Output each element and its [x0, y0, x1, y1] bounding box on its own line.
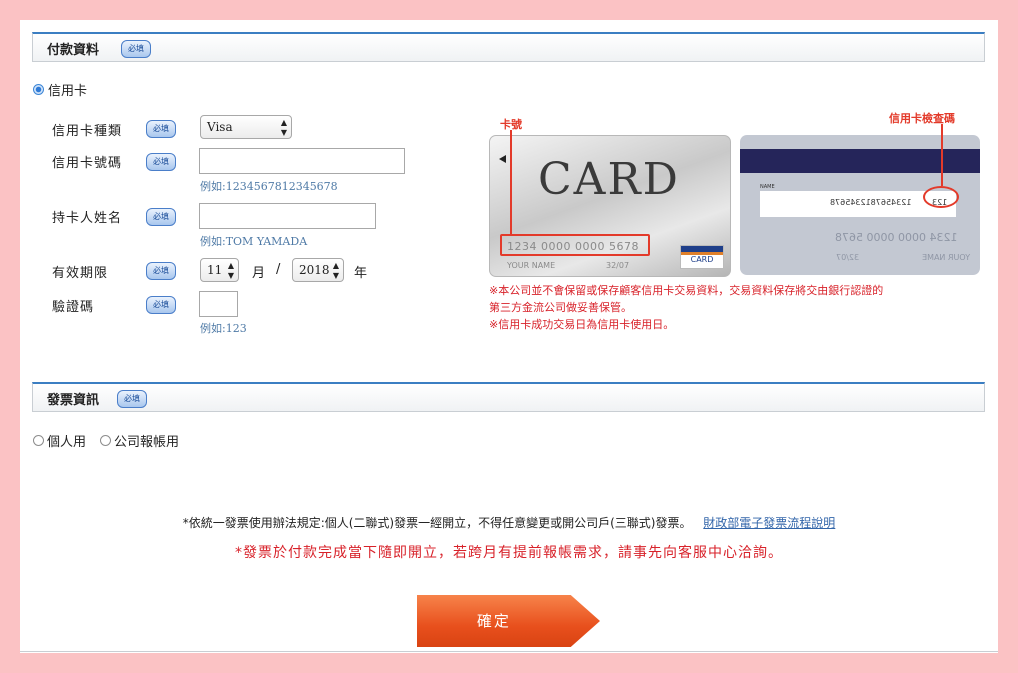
security-note-line3: ※信用卡成功交易日為信用卡使用日。 — [489, 318, 675, 331]
card-notch-icon — [499, 155, 506, 163]
invoice-company-label: 公司報帳用 — [114, 435, 180, 450]
signature-strip-digits: 1234567812345678 — [830, 198, 912, 207]
cvv-input[interactable] — [199, 291, 238, 317]
credit-card-radio-label: 信用卡 — [48, 84, 88, 99]
invoice-section-header: 發票資訊 必填 — [32, 382, 985, 412]
holder-name-label: 持卡人姓名 — [52, 211, 123, 226]
expiry-year-value: 2018 — [299, 263, 330, 277]
expiry-year-select[interactable]: 2018 ▲ ▼ — [292, 258, 344, 282]
expiry-month-value: 11 — [207, 263, 223, 277]
card-logo: CARD — [680, 245, 724, 269]
required-badge: 必填 — [146, 296, 176, 314]
invoice-warning: *發票於付款完成當下隨即開立，若跨月有提前報帳需求，請事先向客服中心洽詢。 — [235, 545, 783, 561]
cvv-annotation: 信用卡檢查碼 — [889, 112, 955, 125]
card-type-select[interactable]: Visa ▲ ▼ — [200, 115, 292, 139]
payment-section-header: 付款資料 必填 — [32, 32, 985, 62]
bottom-divider — [20, 651, 998, 652]
required-badge: 必填 — [146, 208, 176, 226]
cvv-example: 例如:123 — [200, 322, 247, 335]
security-note-line2: 第三方金流公司做妥善保管。 — [489, 301, 632, 314]
invoice-section-title: 發票資訊 — [47, 393, 100, 408]
back-mirrored-date: 32/07 — [836, 253, 860, 262]
expiry-month-select[interactable]: 11 ▲ ▼ — [200, 258, 239, 282]
select-arrows-icon: ▲ ▼ — [227, 261, 234, 280]
expiry-separator: / — [276, 262, 282, 277]
cvv-highlight — [923, 186, 959, 208]
card-front-title: CARD — [538, 154, 680, 205]
required-badge: 必填 — [121, 40, 151, 58]
select-arrows-icon: ▲ ▼ — [280, 118, 287, 137]
credit-card-radio[interactable] — [33, 84, 44, 95]
payment-section-title: 付款資料 — [47, 43, 100, 58]
required-badge: 必填 — [117, 390, 147, 408]
required-badge: 必填 — [146, 120, 176, 138]
cvv-label: 驗證碼 — [52, 300, 95, 315]
card-front-date: 32/07 — [606, 261, 630, 270]
holder-name-input[interactable] — [199, 203, 376, 229]
card-front-name: YOUR NAME — [507, 261, 556, 270]
security-note-line1: ※本公司並不會保留或保存顧客信用卡交易資料，交易資料保存將交由銀行認證的 — [489, 284, 884, 297]
required-badge: 必填 — [146, 153, 176, 171]
card-type-value: Visa — [207, 120, 233, 134]
card-number-pointer-line — [510, 130, 512, 234]
magnetic-stripe — [740, 149, 980, 173]
cvv-pointer-line — [941, 124, 943, 186]
required-badge: 必填 — [146, 262, 176, 280]
confirm-button-label: 確定 — [476, 612, 511, 630]
card-number-input[interactable] — [199, 148, 405, 174]
invoice-rule: *依統一發票使用辦法規定:個人(二聯式)發票一經開立，不得任意變更或開公司戶(三… — [20, 514, 998, 531]
card-number-highlight — [500, 234, 650, 256]
month-unit: 月 — [252, 266, 267, 281]
holder-name-example: 例如:TOM YAMADA — [200, 235, 308, 248]
confirm-button[interactable]: 確定 — [417, 595, 600, 647]
card-number-example: 例如:1234567812345678 — [200, 180, 338, 193]
invoice-personal-label: 個人用 — [47, 435, 87, 450]
back-mirrored-number: 1234 0000 0000 5678 — [835, 231, 958, 244]
select-arrows-icon: ▲ ▼ — [332, 261, 339, 280]
invoice-personal-radio[interactable] — [33, 435, 44, 446]
invoice-company-radio[interactable] — [100, 435, 111, 446]
expiry-label: 有效期限 — [52, 266, 109, 281]
security-note: ※本公司並不會保留或保存顧客信用卡交易資料，交易資料保存將交由銀行認證的 第三方… — [489, 282, 883, 333]
checkout-panel: 付款資料 必填 信用卡 信用卡種類 必填 Visa ▲ ▼ 信用卡號碼 必填 例如… — [20, 20, 998, 653]
year-unit: 年 — [354, 266, 369, 281]
invoice-rule-text: *依統一發票使用辦法規定:個人(二聯式)發票一經開立，不得任意變更或開公司戶(三… — [182, 516, 692, 530]
invoice-process-link[interactable]: 財政部電子發票流程說明 — [703, 516, 835, 530]
card-logo-text: CARD — [690, 255, 714, 264]
back-name-label: NAME — [760, 184, 775, 190]
back-mirrored-name: YOUR NAME — [922, 253, 971, 262]
card-number-label: 信用卡號碼 — [52, 156, 123, 171]
card-type-label: 信用卡種類 — [52, 124, 123, 139]
